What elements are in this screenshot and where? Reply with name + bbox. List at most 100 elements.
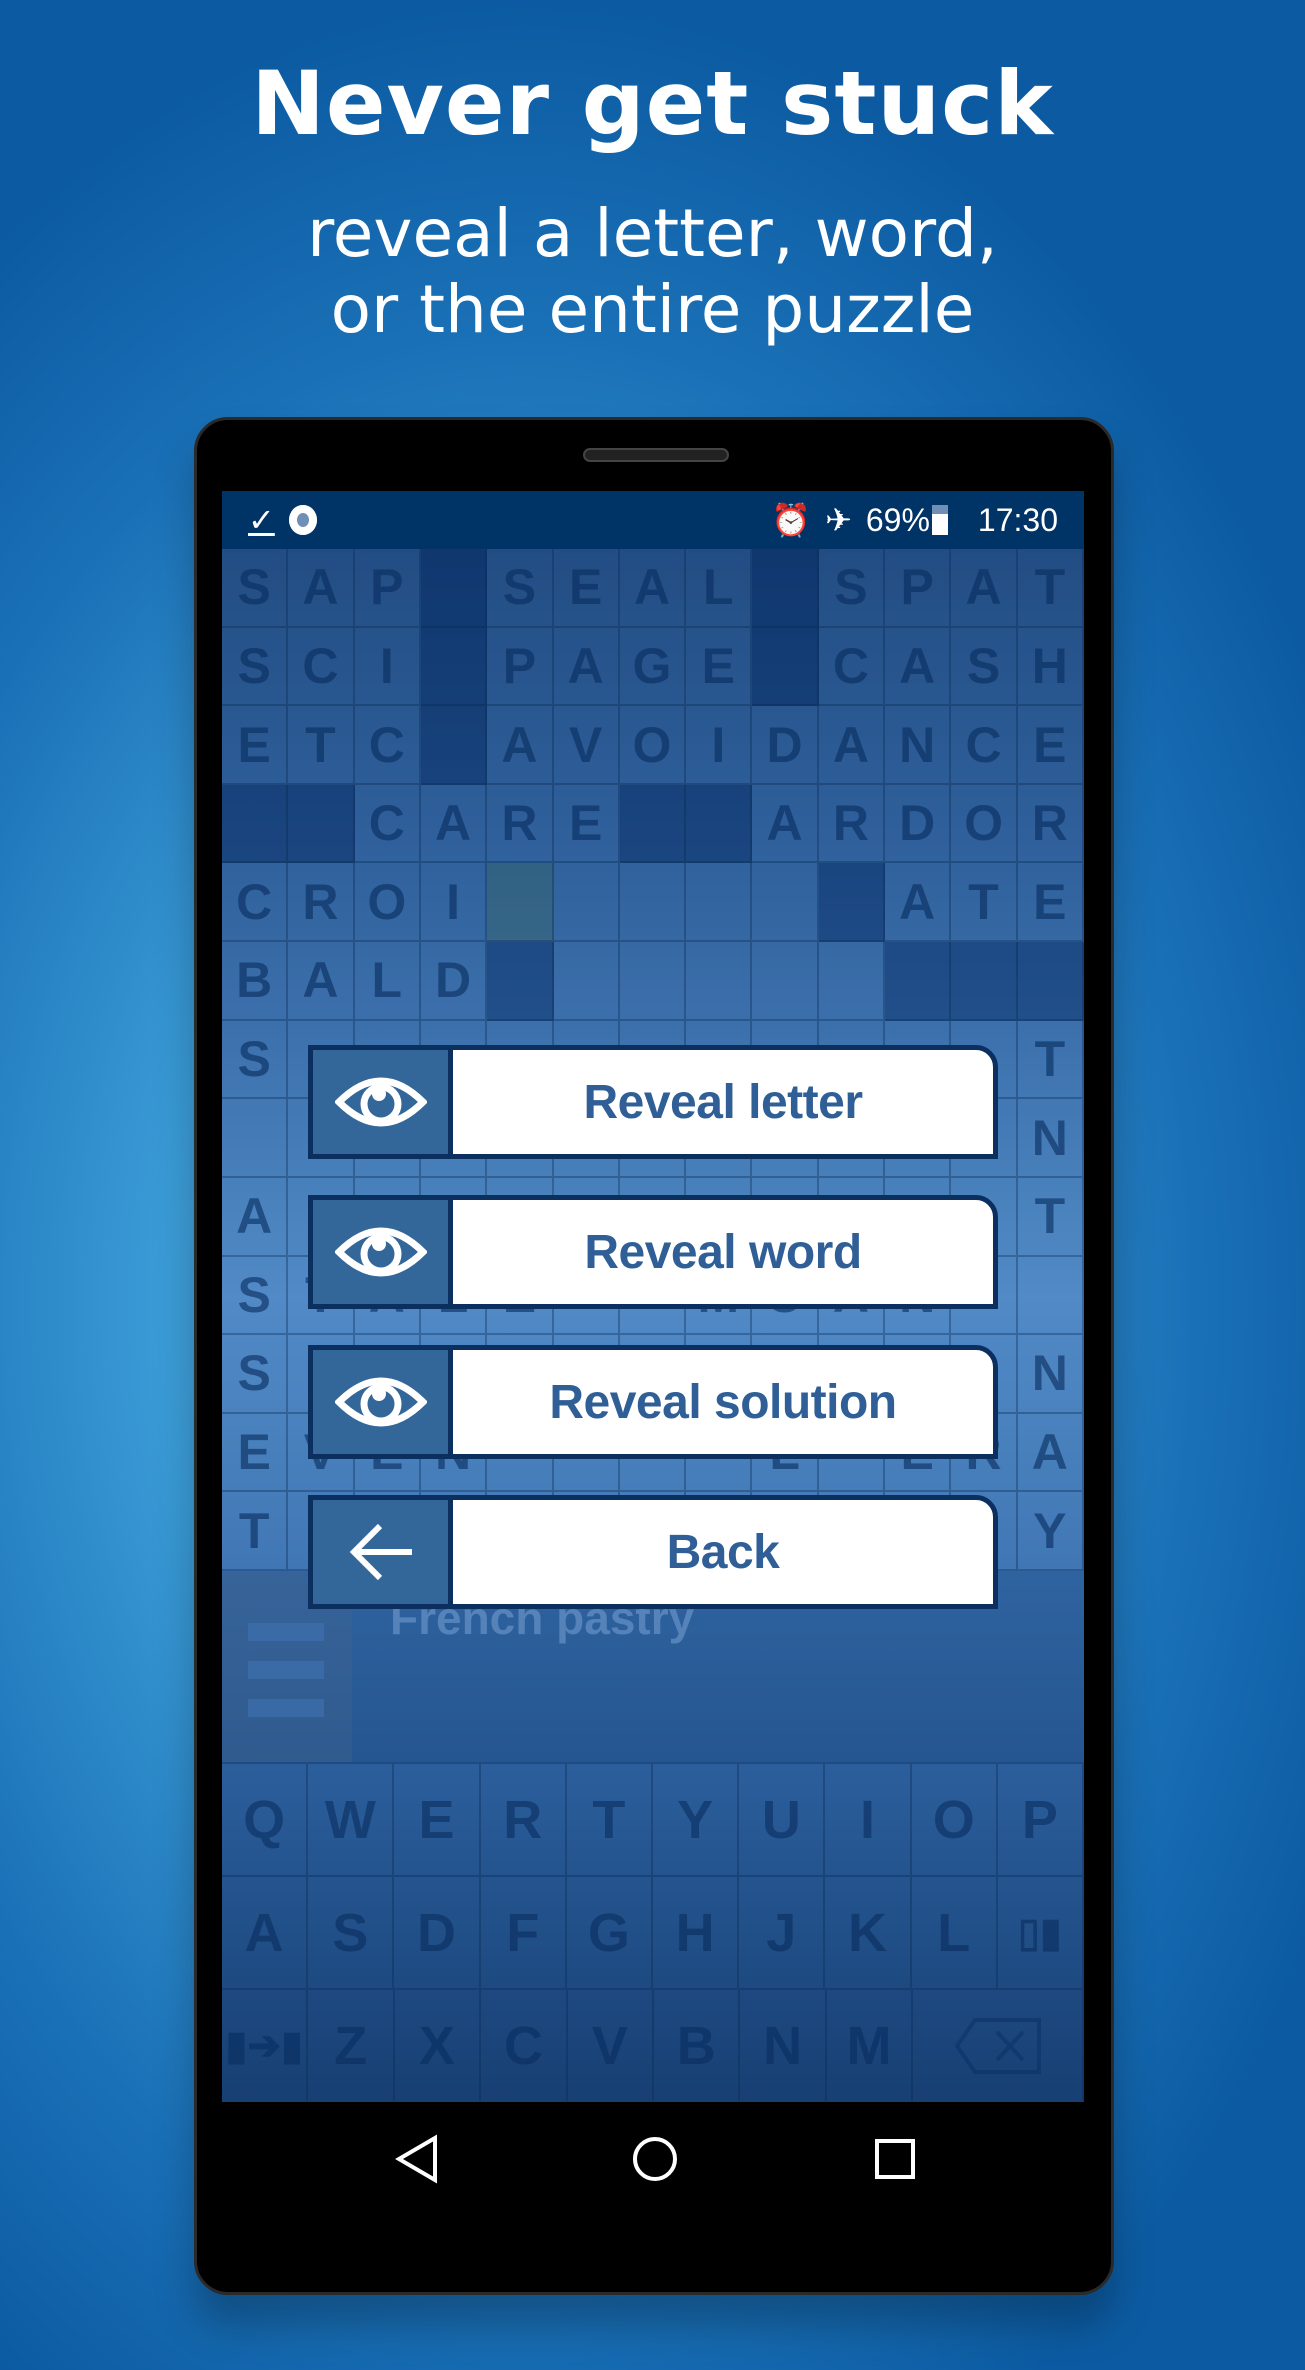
reveal-solution-button[interactable]: Reveal solution — [308, 1345, 998, 1459]
grid-cell[interactable]: C — [354, 784, 421, 864]
grid-cell[interactable]: Y — [1017, 1492, 1084, 1571]
grid-cell[interactable]: E — [222, 1413, 289, 1493]
key-v[interactable]: V — [568, 1990, 655, 2101]
key-w[interactable]: W — [308, 1764, 395, 1875]
grid-cell[interactable]: E — [686, 627, 753, 707]
grid-cell[interactable]: T — [1017, 1177, 1084, 1257]
grid-cell[interactable]: S — [222, 627, 289, 707]
grid-cell[interactable]: A — [752, 784, 819, 864]
grid-cell[interactable]: B — [222, 942, 289, 1021]
key-i[interactable]: I — [825, 1764, 912, 1875]
key-d[interactable]: D — [394, 1877, 481, 1988]
grid-cell[interactable]: V — [553, 706, 620, 785]
grid-cell[interactable]: N — [1017, 1335, 1084, 1414]
key-b[interactable]: B — [654, 1990, 741, 2101]
grid-cell[interactable] — [752, 942, 819, 1021]
grid-cell[interactable]: R — [818, 784, 886, 864]
grid-cell[interactable]: E — [222, 706, 289, 785]
grid-cell[interactable]: S — [222, 1335, 289, 1414]
key-k[interactable]: K — [825, 1877, 912, 1988]
key-y[interactable]: Y — [653, 1764, 740, 1875]
grid-cell[interactable]: N — [1017, 1099, 1084, 1178]
grid-cell[interactable]: D — [752, 706, 819, 785]
grid-cell[interactable]: T — [1017, 1020, 1084, 1100]
grid-cell[interactable]: C — [222, 863, 289, 943]
grid-cell[interactable]: A — [818, 706, 886, 785]
grid-cell[interactable]: E — [553, 784, 620, 864]
nav-back-button[interactable] — [395, 2134, 439, 2189]
key-r[interactable]: R — [481, 1764, 567, 1875]
grid-cell[interactable]: C — [951, 706, 1018, 785]
grid-cell[interactable]: S — [818, 549, 886, 628]
switch-direction-key[interactable]: ▮➔▮ — [222, 1990, 309, 2101]
grid-cell[interactable]: A — [619, 549, 687, 628]
grid-cell[interactable] — [222, 1099, 289, 1178]
grid-cell[interactable]: A — [885, 627, 952, 707]
grid-cell[interactable]: O — [951, 784, 1018, 864]
grid-cell[interactable]: E — [1017, 863, 1084, 943]
key-o[interactable]: O — [912, 1764, 998, 1875]
grid-cell[interactable]: P — [354, 549, 421, 628]
key-n[interactable]: N — [740, 1990, 827, 2101]
grid-cell[interactable]: A — [951, 549, 1018, 628]
key-p[interactable]: P — [998, 1764, 1084, 1875]
grid-cell[interactable]: A — [1017, 1413, 1084, 1493]
grid-cell[interactable] — [553, 863, 620, 943]
grid-cell[interactable]: O — [619, 706, 687, 785]
key-s[interactable]: S — [308, 1877, 395, 1988]
grid-cell[interactable]: A — [553, 627, 620, 707]
grid-cell[interactable]: D — [885, 784, 952, 864]
toggle-view-key[interactable]: ▯▮ — [998, 1877, 1084, 1988]
grid-cell[interactable]: T — [222, 1492, 289, 1571]
grid-cell[interactable]: R — [487, 784, 554, 864]
reveal-letter-button[interactable]: Reveal letter — [308, 1045, 998, 1159]
reveal-word-button[interactable]: Reveal word — [308, 1195, 998, 1309]
grid-cell[interactable] — [752, 863, 819, 943]
grid-cell[interactable]: O — [354, 863, 421, 943]
grid-cell[interactable]: L — [686, 549, 753, 628]
grid-cell[interactable]: S — [222, 1020, 289, 1100]
grid-cell[interactable]: E — [1017, 706, 1084, 785]
key-q[interactable]: Q — [222, 1764, 309, 1875]
grid-cell[interactable] — [619, 942, 687, 1021]
grid-cell[interactable]: S — [222, 549, 289, 628]
grid-cell[interactable]: A — [420, 784, 488, 864]
grid-cell[interactable]: E — [553, 549, 620, 628]
key-a[interactable]: A — [222, 1877, 309, 1988]
grid-cell[interactable] — [1017, 1256, 1084, 1336]
grid-cell[interactable]: C — [354, 706, 421, 785]
grid-cell[interactable]: T — [1017, 549, 1084, 628]
grid-cell[interactable] — [619, 863, 687, 943]
grid-cell[interactable]: H — [1017, 627, 1084, 707]
grid-cell[interactable]: T — [951, 863, 1018, 943]
grid-cell[interactable]: S — [222, 1256, 289, 1336]
key-j[interactable]: J — [739, 1877, 826, 1988]
key-g[interactable]: G — [567, 1877, 654, 1988]
grid-cell[interactable]: I — [686, 706, 753, 785]
backspace-key[interactable] — [913, 1990, 1084, 2101]
key-m[interactable]: M — [827, 1990, 914, 2101]
grid-cell[interactable] — [686, 863, 753, 943]
key-e[interactable]: E — [394, 1764, 481, 1875]
grid-cell[interactable]: S — [951, 627, 1018, 707]
nav-home-button[interactable] — [631, 2134, 679, 2189]
grid-cell[interactable]: L — [354, 942, 421, 1021]
grid-cell[interactable]: A — [487, 706, 554, 785]
key-h[interactable]: H — [653, 1877, 740, 1988]
grid-cell[interactable]: A — [288, 549, 355, 628]
back-button[interactable]: Back — [308, 1495, 998, 1609]
key-x[interactable]: X — [395, 1990, 482, 2101]
grid-cell[interactable]: C — [818, 627, 886, 707]
grid-cell[interactable]: S — [487, 549, 554, 628]
grid-cell[interactable]: P — [885, 549, 952, 628]
grid-cell[interactable]: N — [885, 706, 952, 785]
grid-cell[interactable]: A — [288, 942, 355, 1021]
grid-cell[interactable]: A — [222, 1177, 289, 1257]
key-f[interactable]: F — [481, 1877, 567, 1988]
grid-cell[interactable]: D — [420, 942, 488, 1021]
grid-cell[interactable] — [818, 942, 886, 1021]
key-z[interactable]: Z — [308, 1990, 395, 2101]
grid-cell[interactable]: A — [885, 863, 952, 943]
grid-cell[interactable]: I — [420, 863, 488, 943]
grid-cell[interactable]: G — [619, 627, 687, 707]
